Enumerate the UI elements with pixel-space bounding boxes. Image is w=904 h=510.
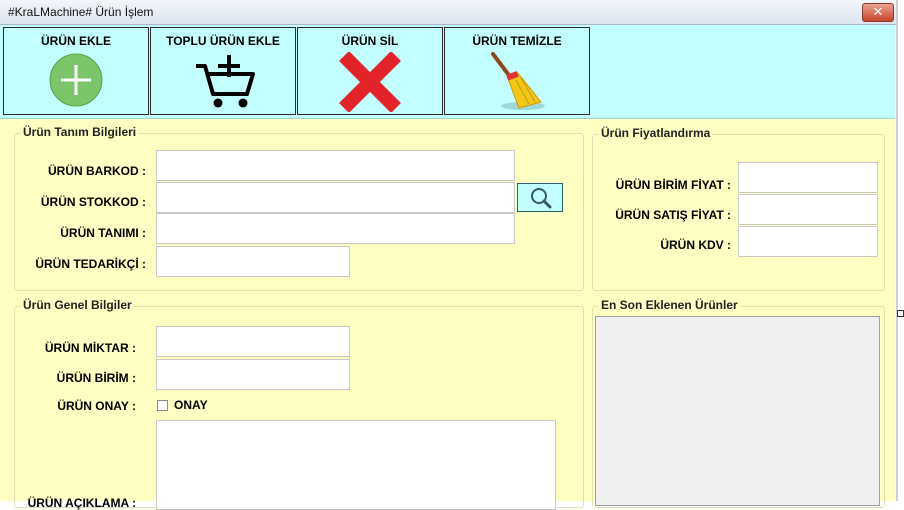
sale-price-label: ÜRÜN SATIŞ FİYAT : bbox=[615, 208, 731, 222]
product-name-input[interactable] bbox=[156, 213, 515, 244]
sale-price-input[interactable] bbox=[738, 194, 878, 225]
form-area: Ürün Tanım Bilgileri ÜRÜN BARKOD : ÜRÜN … bbox=[0, 119, 895, 510]
general-info-title: Ürün Genel Bilgiler bbox=[21, 298, 134, 312]
toolbar: ÜRÜN EKLE TOPLU ÜRÜN EKLE ÜRÜN SİL ÜRÜN … bbox=[0, 25, 895, 119]
pricing-title: Ürün Fiyatlandırma bbox=[599, 126, 713, 140]
search-icon bbox=[531, 188, 552, 209]
supplier-input[interactable] bbox=[156, 246, 350, 277]
clear-product-label: ÜRÜN TEMİZLE bbox=[472, 34, 562, 48]
window-right-edge bbox=[896, 0, 898, 501]
barcode-label: ÜRÜN BARKOD : bbox=[48, 164, 146, 178]
broom-icon bbox=[491, 52, 545, 110]
clear-product-button[interactable]: ÜRÜN TEMİZLE bbox=[444, 27, 590, 115]
unit-price-input[interactable] bbox=[738, 162, 878, 193]
stockcode-label: ÜRÜN STOKKOD : bbox=[40, 195, 146, 209]
recent-products-list[interactable] bbox=[595, 316, 880, 506]
red-x-icon bbox=[339, 52, 401, 112]
unit-price-label: ÜRÜN BİRİM FİYAT : bbox=[615, 178, 731, 192]
unit-input[interactable] bbox=[156, 359, 350, 390]
quantity-input[interactable] bbox=[156, 326, 350, 357]
delete-product-button[interactable]: ÜRÜN SİL bbox=[297, 27, 443, 115]
description-label: ÜRÜN AÇIKLAMA : bbox=[27, 496, 136, 510]
stockcode-search-button[interactable] bbox=[517, 183, 563, 212]
approval-checkbox[interactable] bbox=[157, 400, 168, 411]
recent-products-title: En Son Eklenen Ürünler bbox=[599, 298, 740, 312]
close-button[interactable]: ✕ bbox=[862, 3, 894, 22]
add-product-button[interactable]: ÜRÜN EKLE bbox=[3, 27, 149, 115]
resize-handle[interactable] bbox=[897, 310, 904, 317]
bulk-add-product-button[interactable]: TOPLU ÜRÜN EKLE bbox=[150, 27, 296, 115]
window-title: #KraLMachine# Ürün İşlem bbox=[8, 5, 154, 19]
approval-checkbox-label[interactable]: ONAY bbox=[174, 398, 208, 412]
delete-product-label: ÜRÜN SİL bbox=[341, 34, 399, 48]
cart-plus-icon bbox=[196, 55, 255, 108]
stockcode-input[interactable] bbox=[156, 182, 515, 213]
product-definition-title: Ürün Tanım Bilgileri bbox=[21, 125, 139, 139]
vat-label: ÜRÜN KDV : bbox=[660, 238, 731, 252]
vat-input[interactable] bbox=[738, 226, 878, 257]
supplier-label: ÜRÜN TEDARİKÇİ : bbox=[35, 257, 146, 271]
approval-label: ÜRÜN ONAY : bbox=[57, 399, 136, 413]
unit-label: ÜRÜN BİRİM : bbox=[56, 371, 136, 385]
bulk-add-product-label: TOPLU ÜRÜN EKLE bbox=[166, 34, 280, 48]
add-product-label: ÜRÜN EKLE bbox=[40, 34, 111, 48]
title-bar: #KraLMachine# Ürün İşlem ✕ bbox=[0, 0, 896, 25]
quantity-label: ÜRÜN MİKTAR : bbox=[44, 341, 136, 355]
description-textarea[interactable] bbox=[156, 420, 556, 510]
plus-circle-icon bbox=[49, 53, 103, 107]
barcode-input[interactable] bbox=[156, 150, 515, 181]
product-name-label: ÜRÜN TANIMI : bbox=[60, 226, 146, 240]
